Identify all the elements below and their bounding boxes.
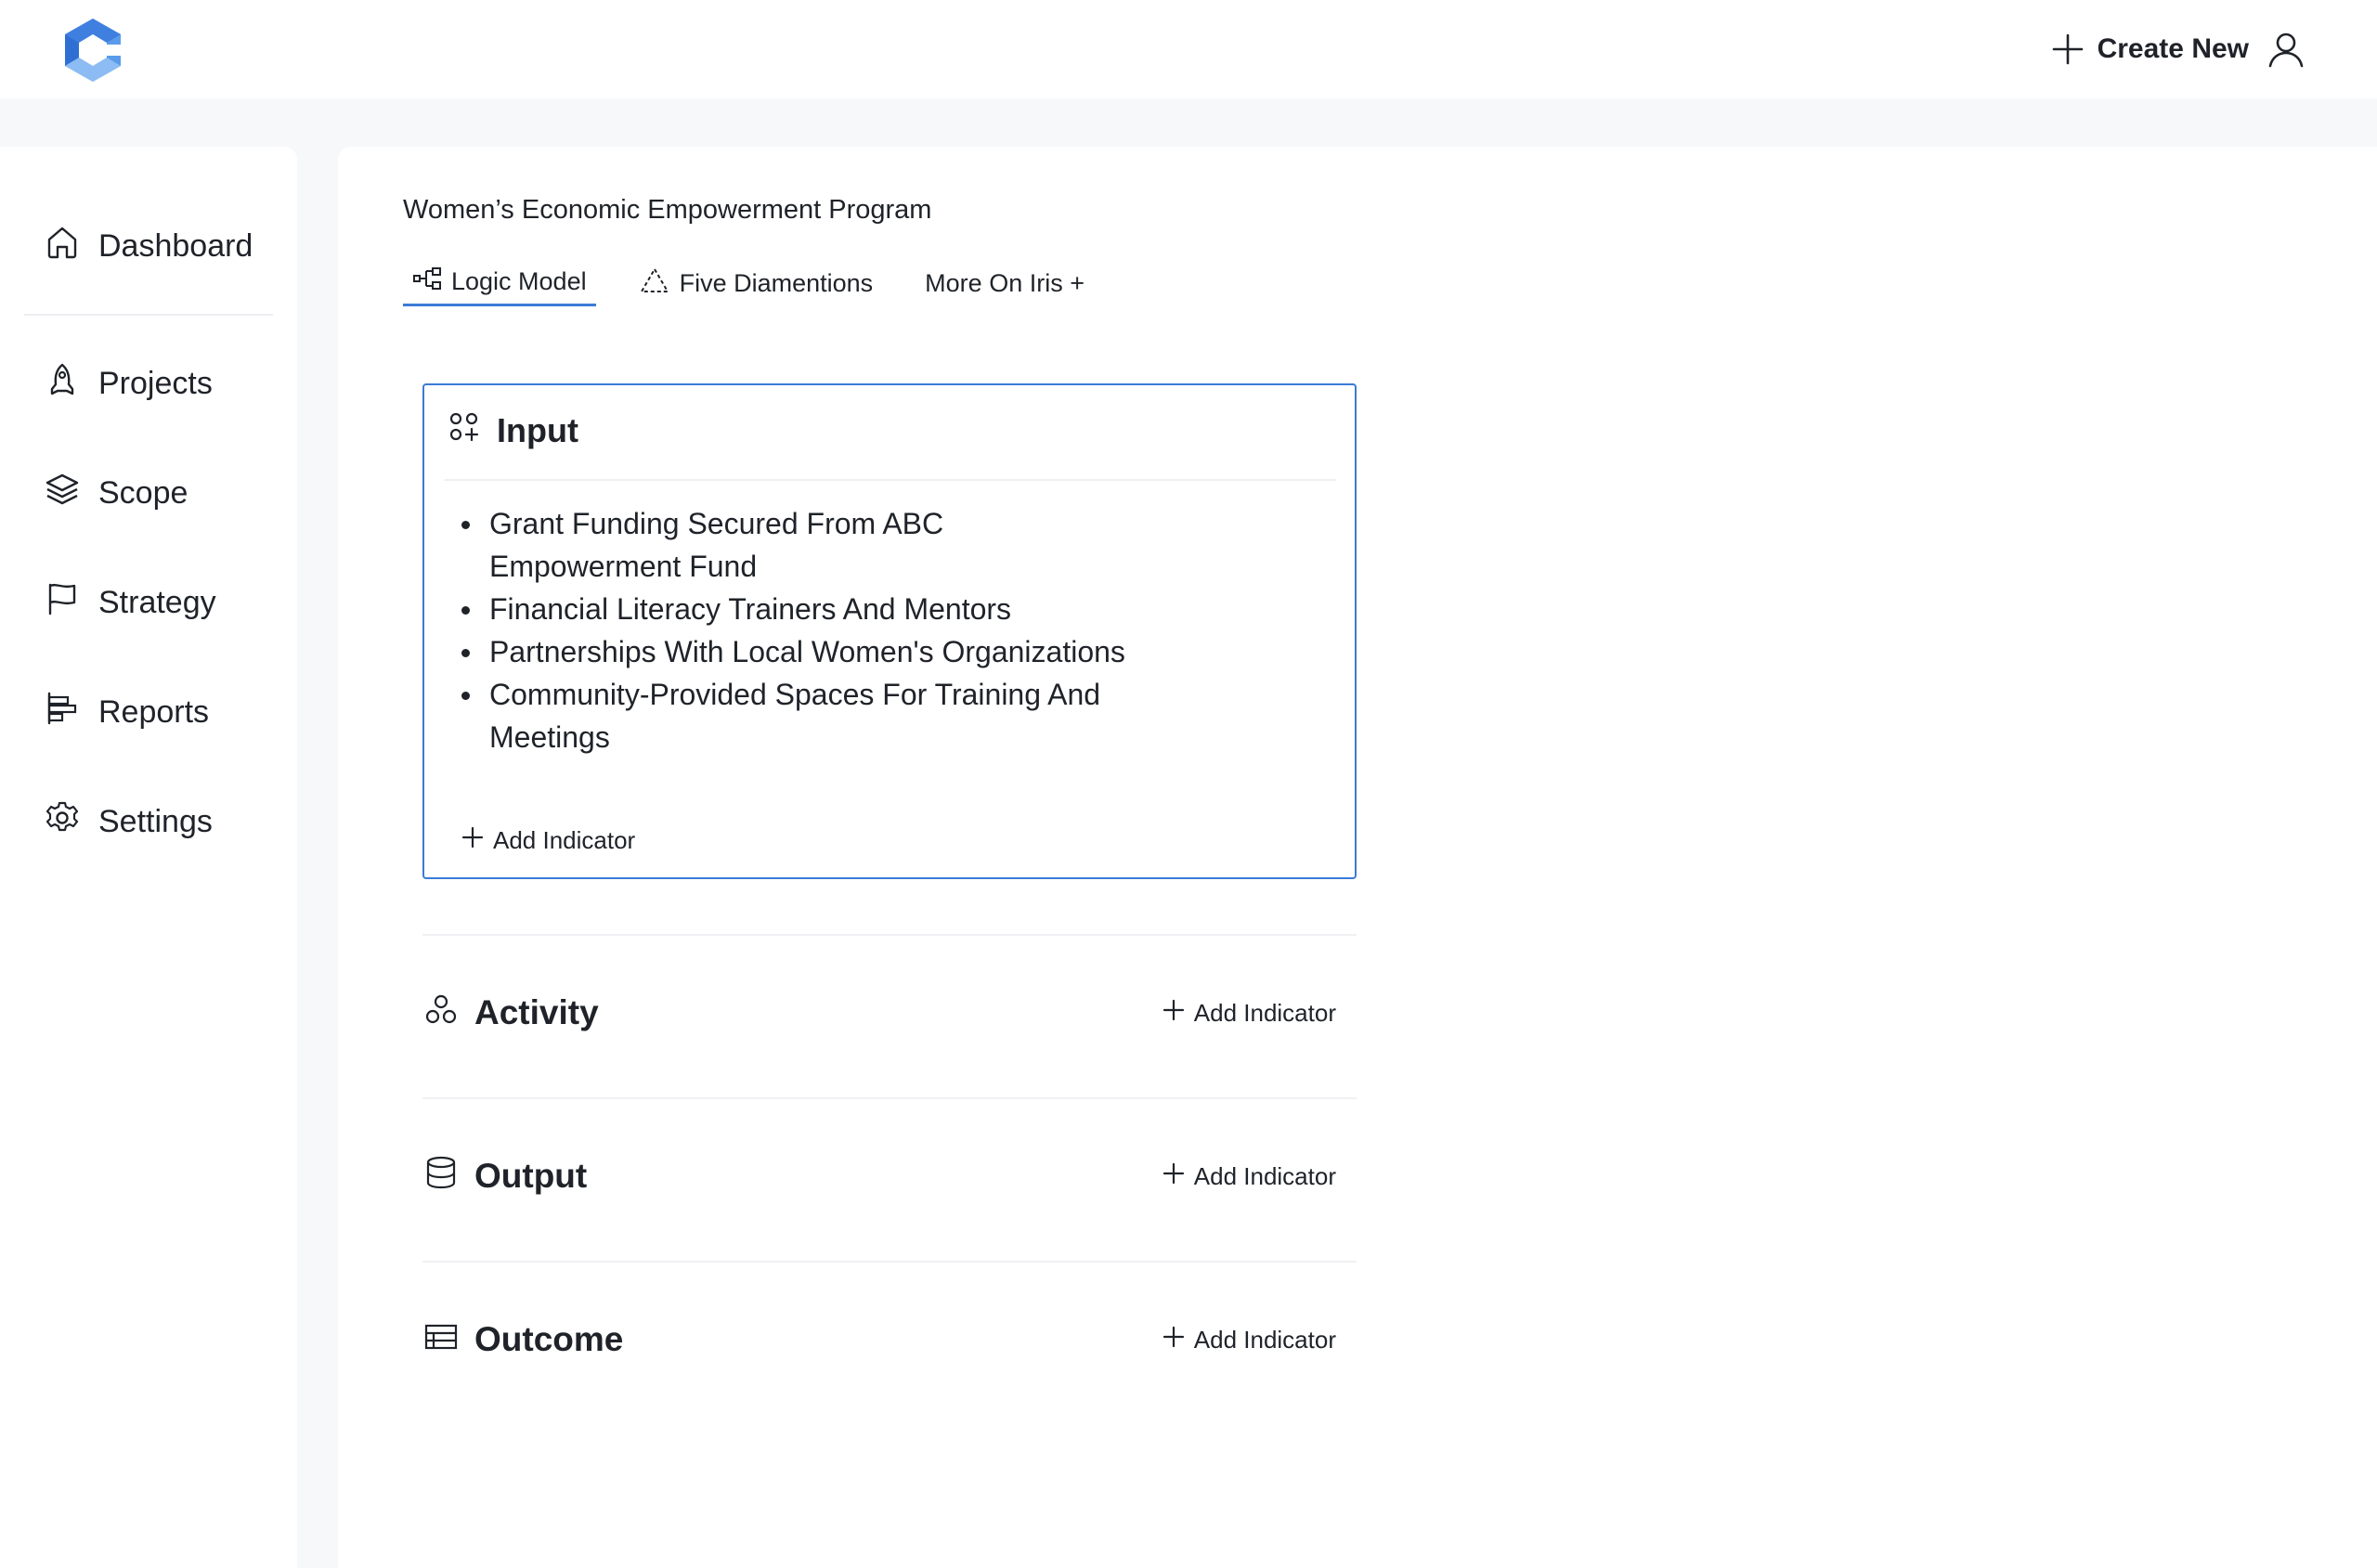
sidebar-item-label: Scope: [98, 474, 188, 511]
plus-icon: [1163, 1326, 1185, 1354]
logo-icon[interactable]: [61, 17, 124, 84]
flag-icon: [45, 581, 80, 625]
activity-section[interactable]: Activity Add Indicator: [424, 985, 1353, 1041]
plus-icon: [1163, 1162, 1185, 1191]
plus-icon: [2051, 32, 2085, 66]
list-item: Partnerships With Local Women's Organiza…: [461, 630, 1130, 673]
tab-label: Five Diamentions: [679, 268, 874, 297]
list-item: Community-Provided Spaces For Training A…: [461, 673, 1130, 758]
sidebar-item-reports[interactable]: Reports: [45, 684, 209, 740]
home-icon: [45, 225, 80, 268]
sidebar-item-scope[interactable]: Scope: [45, 465, 188, 521]
user-icon[interactable]: [2267, 31, 2305, 68]
output-section[interactable]: Output Add Indicator: [424, 1148, 1353, 1204]
add-indicator-button[interactable]: Add Indicator: [1163, 999, 1336, 1028]
sidebar-item-label: Projects: [98, 365, 213, 401]
tab-label: More On Iris +: [925, 268, 1085, 297]
table-icon: [424, 1320, 458, 1359]
output-header: Output: [424, 1156, 587, 1198]
gear-icon: [45, 800, 80, 844]
input-list: Grant Funding Secured From ABC Empowerme…: [461, 502, 1130, 758]
tab-label: Logic Model: [451, 267, 587, 295]
input-header: Input: [448, 408, 578, 454]
plus-icon: [461, 826, 484, 855]
main-panel: Women’s Economic Empowerment Program Log…: [338, 147, 2377, 1568]
plus-icon: [1163, 999, 1185, 1028]
add-indicator-button[interactable]: Add Indicator: [1163, 1326, 1336, 1354]
outcome-section[interactable]: Outcome Add Indicator: [424, 1312, 1353, 1367]
list-item: Financial Literacy Trainers And Mentors: [461, 588, 1130, 630]
add-indicator-label: Add Indicator: [1193, 998, 1336, 1027]
triangle-icon: [639, 266, 670, 301]
outcome-header: Outcome: [424, 1320, 623, 1359]
sidebar-item-settings[interactable]: Settings: [45, 794, 213, 849]
add-indicator-button[interactable]: Add Indicator: [1163, 1162, 1336, 1191]
sidebar-item-label: Strategy: [98, 584, 216, 620]
apps-add-icon: [448, 411, 480, 451]
create-new-button[interactable]: Create New: [2051, 32, 2249, 66]
sidebar-item-strategy[interactable]: Strategy: [45, 575, 216, 630]
section-divider: [422, 934, 1357, 936]
tab-bar: Logic Model Five Diamentions More On Iri…: [403, 260, 1127, 306]
layers-icon: [45, 472, 80, 515]
section-divider: [422, 1261, 1357, 1263]
tab-more-on-iris[interactable]: More On Iris +: [916, 260, 1094, 306]
rocket-icon: [45, 362, 80, 406]
add-indicator-label: Add Indicator: [493, 825, 636, 854]
card-divider: [445, 479, 1336, 481]
sidebar-divider: [24, 314, 273, 316]
sidebar-item-label: Reports: [98, 693, 210, 730]
top-bar: Create New: [0, 0, 2377, 98]
tab-logic-model[interactable]: Logic Model: [403, 260, 596, 306]
create-new-label: Create New: [2097, 33, 2249, 64]
sidebar-item-projects[interactable]: Projects: [45, 356, 213, 411]
activity-header: Activity: [424, 993, 599, 1033]
input-title: Input: [497, 411, 578, 449]
add-indicator-label: Add Indicator: [1193, 1161, 1336, 1190]
database-icon: [424, 1156, 458, 1198]
hierarchy-icon: [412, 266, 442, 298]
list-item: Grant Funding Secured From ABC Empowerme…: [461, 502, 1130, 588]
sidebar-item-label: Dashboard: [98, 227, 253, 264]
output-title: Output: [474, 1157, 588, 1195]
sidebar-item-dashboard[interactable]: Dashboard: [45, 218, 253, 274]
sidebar: Dashboard Projects Scope Strategy Report…: [0, 147, 297, 1568]
input-card[interactable]: Input Grant Funding Secured From ABC Emp…: [422, 383, 1357, 879]
add-indicator-button[interactable]: Add Indicator: [461, 822, 635, 859]
tab-five-diamentions[interactable]: Five Diamentions: [630, 260, 883, 306]
bars-icon: [45, 691, 80, 734]
activity-title: Activity: [474, 993, 599, 1031]
outcome-title: Outcome: [474, 1320, 624, 1358]
circles-icon: [424, 993, 458, 1033]
page-title: Women’s Economic Empowerment Program: [403, 195, 932, 225]
section-divider: [422, 1097, 1357, 1099]
add-indicator-label: Add Indicator: [1193, 1325, 1336, 1354]
sidebar-item-label: Settings: [98, 803, 213, 839]
